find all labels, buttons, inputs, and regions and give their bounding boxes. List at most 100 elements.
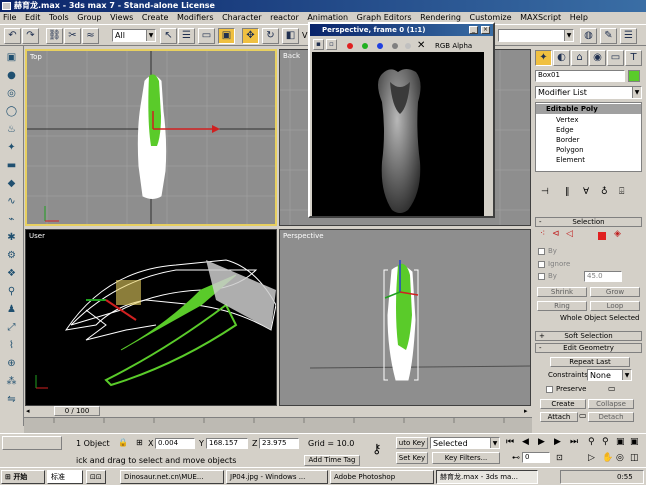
utilities-tab-icon[interactable]: T: [625, 50, 642, 66]
channel-dropdown[interactable]: RGB Alpha: [435, 42, 472, 50]
modifier-list-dropdown[interactable]: Modifier List ▼: [535, 86, 642, 99]
save-bitmap-icon[interactable]: ▪: [313, 39, 324, 50]
absolute-mode-icon[interactable]: ⊞: [136, 438, 143, 447]
bones-icon[interactable]: ⚲: [3, 284, 20, 299]
create-tab-icon[interactable]: ✦: [535, 50, 552, 66]
mono-channel-icon[interactable]: [405, 43, 411, 49]
viewport-top[interactable]: Top: [25, 49, 277, 226]
previous-frame-icon[interactable]: ◀: [522, 437, 529, 447]
ignore-backfacing-checkbox[interactable]: [538, 261, 545, 268]
element-mode-icon[interactable]: ◈: [614, 229, 621, 239]
make-unique-icon[interactable]: ∀: [583, 187, 589, 197]
polygon-mode-icon[interactable]: [598, 232, 606, 240]
stack-polygon[interactable]: Polygon: [556, 146, 584, 154]
arc-rotate-icon[interactable]: ◎: [616, 453, 624, 463]
select-and-move-icon[interactable]: ✥: [242, 28, 259, 44]
create-box-icon[interactable]: ▣: [3, 50, 20, 65]
close-icon[interactable]: ×: [481, 26, 490, 34]
menu-tools[interactable]: Tools: [49, 13, 69, 22]
zoom-extents-all-icon[interactable]: ▣: [630, 437, 639, 447]
show-end-result-icon[interactable]: ‖: [565, 187, 570, 197]
quick-render-icon[interactable]: ☰: [620, 28, 637, 44]
time-next-icon[interactable]: ▸: [524, 407, 528, 415]
select-and-scale-icon[interactable]: ◧: [282, 28, 299, 44]
time-prev-icon[interactable]: ◂: [26, 407, 30, 415]
by-angle-checkbox[interactable]: [538, 273, 545, 280]
menu-animation[interactable]: Animation: [307, 13, 348, 22]
rectangular-selection-icon[interactable]: ▭: [198, 28, 215, 44]
create-particle-icon[interactable]: ✱: [3, 230, 20, 245]
start-button[interactable]: ⊞ 开始: [1, 470, 45, 484]
task-dinosaur-net[interactable]: Dinosaur.net.cn\MUE...: [120, 470, 224, 484]
menu-graph-editors[interactable]: Graph Editors: [357, 13, 412, 22]
stack-vertex[interactable]: Vertex: [556, 116, 579, 124]
task-photoshop[interactable]: Adobe Photoshop: [330, 470, 434, 484]
clear-icon[interactable]: ✕: [417, 40, 425, 51]
loop-button[interactable]: Loop: [590, 301, 640, 311]
zoom-extents-icon[interactable]: ▣: [616, 437, 625, 447]
go-to-end-icon[interactable]: ⏭: [570, 437, 578, 447]
border-mode-icon[interactable]: ◁: [566, 229, 573, 239]
field-of-view-icon[interactable]: ▷: [588, 453, 595, 463]
y-coordinate-field[interactable]: 168.157: [206, 438, 248, 449]
named-selection-dropdown[interactable]: ▼: [498, 29, 574, 42]
menu-rendering[interactable]: Rendering: [420, 13, 461, 22]
scatter-icon[interactable]: ⁂: [3, 374, 20, 389]
next-frame-icon[interactable]: ▶: [554, 437, 561, 447]
loft-icon[interactable]: ⌇: [3, 338, 20, 353]
grow-button[interactable]: Grow: [590, 287, 640, 297]
by-vertex-checkbox[interactable]: [538, 248, 545, 255]
menu-group[interactable]: Group: [77, 13, 101, 22]
auto-key-button[interactable]: uto Key: [396, 437, 428, 449]
edge-mode-icon[interactable]: ⊲: [552, 229, 560, 239]
go-to-start-icon[interactable]: ⏮: [506, 437, 514, 447]
red-channel-icon[interactable]: [347, 43, 353, 49]
menu-help[interactable]: Help: [570, 13, 588, 22]
menu-create[interactable]: Create: [142, 13, 169, 22]
quick-launch[interactable]: ⊡⊡: [86, 470, 106, 484]
remove-modifier-icon[interactable]: ♁: [601, 187, 608, 197]
set-keys-key-icon[interactable]: ⚷: [372, 442, 382, 457]
ring-button[interactable]: Ring: [537, 301, 587, 311]
create-spline-icon[interactable]: ∿: [3, 194, 20, 209]
x-coordinate-field[interactable]: 0.004: [155, 438, 195, 449]
ik-icon[interactable]: ⤢: [3, 320, 20, 335]
systems-icon[interactable]: ❖: [3, 266, 20, 281]
ime-indicator[interactable]: 标准: [47, 470, 83, 484]
menu-views[interactable]: Views: [110, 13, 133, 22]
blue-channel-icon[interactable]: [377, 43, 383, 49]
track-bar[interactable]: [24, 417, 532, 433]
create-button[interactable]: Create: [540, 399, 586, 409]
collapse-button[interactable]: Collapse: [588, 399, 634, 409]
key-mode-icon[interactable]: ⊷: [512, 453, 520, 462]
preserve-settings-icon[interactable]: ▭: [608, 384, 616, 393]
configure-sets-icon[interactable]: ⌹: [619, 187, 624, 197]
detach-button[interactable]: Detach: [588, 412, 634, 422]
stack-element[interactable]: Element: [556, 156, 585, 164]
maxscript-listener-button[interactable]: [2, 436, 62, 450]
material-editor-icon[interactable]: ◍: [580, 28, 597, 44]
set-key-button[interactable]: Set Key: [396, 452, 428, 464]
z-coordinate-field[interactable]: 23.975: [259, 438, 299, 449]
menu-maxscript[interactable]: MAXScript: [520, 13, 561, 22]
select-and-rotate-icon[interactable]: ↻: [262, 28, 279, 44]
redo-icon[interactable]: ↷: [22, 28, 39, 44]
create-shape-icon[interactable]: ⌁: [3, 212, 20, 227]
zoom-all-icon[interactable]: ⚲: [602, 437, 609, 447]
selection-filter-dropdown[interactable]: All ▼: [112, 29, 156, 42]
attach-list-icon[interactable]: ▭: [579, 411, 587, 420]
link-icon[interactable]: ⛓: [46, 28, 63, 44]
create-sphere-icon[interactable]: ●: [3, 68, 20, 83]
vertex-mode-icon[interactable]: ⁖: [540, 229, 545, 239]
pin-stack-icon[interactable]: ⊣: [541, 187, 549, 197]
selection-rollout[interactable]: - Selection: [535, 217, 642, 227]
modify-tab-icon[interactable]: ◐: [553, 50, 570, 66]
lock-selection-icon[interactable]: 🔒: [118, 438, 128, 447]
biped-icon[interactable]: ♟: [3, 302, 20, 317]
menu-character[interactable]: Character: [222, 13, 262, 22]
select-by-name-icon[interactable]: ☰: [178, 28, 195, 44]
shrink-button[interactable]: Shrink: [537, 287, 587, 297]
pan-icon[interactable]: ✋: [602, 453, 613, 463]
hierarchy-tab-icon[interactable]: ⌂: [571, 50, 588, 66]
menu-reactor[interactable]: reactor: [270, 13, 299, 22]
